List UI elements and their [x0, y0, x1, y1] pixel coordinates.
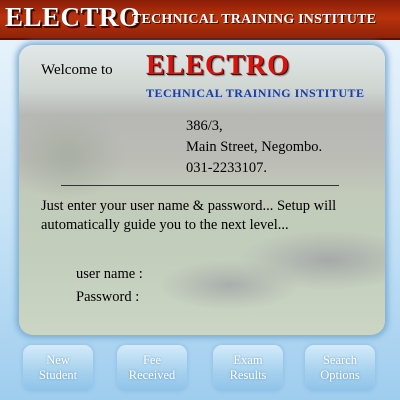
address-line-2: Main Street, Negombo.: [186, 139, 323, 155]
exam-results-label: Exam Results: [229, 353, 267, 382]
search-options-button[interactable]: Search Options: [305, 345, 375, 391]
username-input[interactable]: [167, 267, 317, 285]
password-label: Password :: [76, 289, 140, 305]
password-input[interactable]: [167, 290, 317, 308]
address-line-1: 386/3,: [186, 118, 223, 134]
search-options-label: Search Options: [320, 353, 360, 382]
new-student-button[interactable]: New Student: [23, 345, 93, 391]
fee-received-label: Fee Received: [128, 353, 176, 382]
header-banner: ELECTRO TECHNICAL TRAINING INSTITUTE: [0, 0, 400, 40]
header-brand: ELECTRO: [5, 2, 141, 32]
instructions-text: Just enter your user name & password... …: [41, 198, 337, 233]
username-label: user name :: [76, 266, 143, 282]
logo-title: ELECTRO: [146, 50, 290, 81]
login-panel: Welcome to ELECTRO TECHNICAL TRAINING IN…: [19, 45, 385, 335]
welcome-text: Welcome to: [41, 62, 113, 78]
divider: [61, 185, 339, 186]
new-student-label: New Student: [38, 353, 78, 382]
exam-results-button[interactable]: Exam Results: [213, 345, 283, 391]
fee-received-button[interactable]: Fee Received: [117, 345, 187, 391]
phone-number: 031-2233107.: [186, 160, 267, 176]
header-subtitle: TECHNICAL TRAINING INSTITUTE: [132, 12, 377, 27]
logo-subtitle: TECHNICAL TRAINING INSTITUTE: [146, 86, 365, 100]
address-block: 386/3, Main Street, Negombo. 031-2233107…: [186, 116, 322, 179]
